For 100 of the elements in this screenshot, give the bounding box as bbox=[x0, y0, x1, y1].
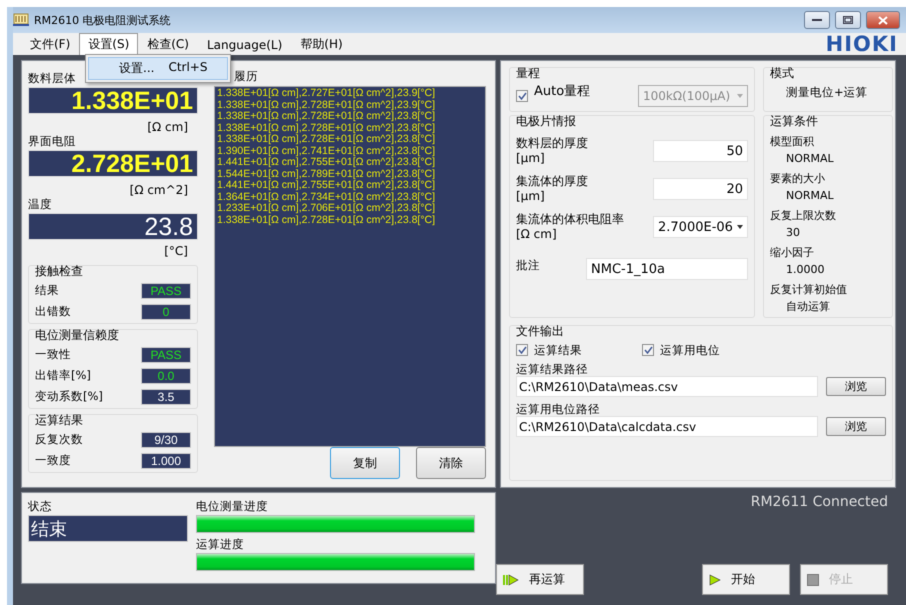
readout-label: 数料层体 bbox=[28, 71, 76, 85]
menu-option[interactable]: 设置... Ctrl+S bbox=[88, 57, 228, 80]
checkbox[interactable] bbox=[516, 90, 528, 102]
value-display: 1.000 bbox=[141, 453, 191, 469]
history-entry: 1.390E+01[Ω cm],2.741E+01[Ω cm^2],23.8[°C] bbox=[217, 146, 436, 156]
field-label: 数料层的厚度 bbox=[516, 136, 588, 151]
value-display: 3.5 bbox=[141, 389, 191, 405]
browse-button[interactable]: 浏览 bbox=[826, 417, 886, 436]
status-display: 结束 bbox=[28, 515, 188, 542]
start-button[interactable]: 开始 bbox=[702, 564, 790, 595]
readout-display: 2.728E+01 bbox=[28, 150, 198, 177]
recalc-button[interactable]: 再运算 bbox=[496, 564, 584, 595]
input-field[interactable]: 50 bbox=[653, 140, 748, 162]
browse-button[interactable]: 浏览 bbox=[826, 377, 886, 396]
checkbox-label: 运算结果 bbox=[534, 343, 582, 357]
condition-value: 自动运算 bbox=[785, 300, 831, 313]
clear-button[interactable]: 清除 bbox=[416, 447, 486, 479]
field-label: 运算用电位路径 bbox=[516, 402, 600, 416]
close-button[interactable] bbox=[866, 11, 900, 29]
value-display: 0 bbox=[141, 304, 191, 320]
condition-label: 缩小因子 bbox=[770, 246, 815, 259]
resistivity-select[interactable]: 2.7000E-06 bbox=[653, 216, 748, 238]
maximize-button[interactable] bbox=[835, 11, 861, 29]
progress-label: 运算进度 bbox=[196, 537, 244, 551]
history-entry: 1.441E+01[Ω cm],2.755E+01[Ω cm^2],23.8[°C] bbox=[217, 180, 436, 192]
input-field[interactable]: 20 bbox=[653, 178, 748, 200]
field-label: 出错率[%] bbox=[35, 368, 91, 382]
field-label: 结果 bbox=[35, 283, 59, 297]
checkbox-label: Auto量程 bbox=[534, 85, 590, 99]
close-icon bbox=[878, 16, 888, 24]
menu-item[interactable]: 帮助(H) bbox=[291, 33, 352, 55]
condition-label: 反复计算初始值 bbox=[770, 283, 848, 296]
path-field[interactable]: C:\RM2610\Data\meas.csv bbox=[516, 376, 818, 397]
play-icon bbox=[709, 574, 721, 586]
window-title: RM2610 电极电阻测试系统 bbox=[34, 12, 172, 28]
group-title: 模式 bbox=[770, 66, 795, 80]
readout-label: 温度 bbox=[28, 197, 52, 211]
history-entry: 1.233E+01[Ω cm],2.706E+01[Ω cm^2],23.8[°C] bbox=[217, 203, 436, 214]
connection-status: RM2611 Connected bbox=[750, 494, 888, 510]
unit-label: [μm] bbox=[516, 151, 546, 166]
field-label: 变动系数[%] bbox=[35, 389, 103, 403]
history-entry: 1.338E+01[Ω cm],2.727E+01[Ω cm^2],23.9[°C] bbox=[217, 88, 436, 100]
value-display: 9/30 bbox=[141, 432, 191, 448]
menu-item[interactable]: 文件(F) bbox=[21, 33, 80, 55]
condition-label: 要素的大小 bbox=[770, 172, 826, 185]
history-entry: 1.338E+01[Ω cm],2.728E+01[Ω cm^2],23.8[°C] bbox=[217, 111, 436, 122]
readout-display: 23.8 bbox=[28, 213, 198, 240]
group-title: 接触检查 bbox=[35, 264, 84, 278]
condition-label: 模型面积 bbox=[770, 135, 815, 148]
field-label: 出错数 bbox=[35, 304, 71, 318]
menu-item[interactable]: 设置(S) bbox=[79, 33, 138, 55]
group-title: 运算条件 bbox=[770, 114, 819, 128]
field-label: 一致性 bbox=[35, 347, 71, 361]
unit-label: [Ω cm] bbox=[516, 227, 558, 242]
field-label: 批注 bbox=[516, 258, 540, 272]
path-field[interactable]: C:\RM2610\Data\calcdata.csv bbox=[516, 416, 818, 437]
status-label: 状态 bbox=[28, 499, 52, 513]
value-display: PASS bbox=[141, 283, 191, 299]
note-field[interactable]: NMC-1_10a bbox=[586, 258, 748, 280]
unit-label: [°C] bbox=[164, 244, 188, 258]
history-entry: 1.364E+01[Ω cm],2.734E+01[Ω cm^2],23.8[°C] bbox=[217, 192, 436, 202]
history-entry: 1.338E+01[Ω cm],2.728E+01[Ω cm^2],23.8[°C] bbox=[217, 134, 436, 146]
field-label: 集流体的体积电阻率 bbox=[516, 212, 624, 227]
unit-label: [Ω cm^2] bbox=[130, 183, 188, 197]
copy-button[interactable]: 复制 bbox=[330, 447, 400, 479]
progress-label: 电位测量进度 bbox=[196, 499, 268, 513]
caret-icon bbox=[737, 225, 743, 229]
mode-value: 测量电位+运算 bbox=[785, 85, 868, 99]
logo: HIOKI bbox=[826, 32, 898, 56]
restore-icon bbox=[843, 16, 853, 24]
caret-icon bbox=[737, 94, 743, 98]
readout-display: 1.338E+01 bbox=[28, 87, 198, 114]
value-display: PASS bbox=[141, 347, 191, 363]
unit-label: [μm] bbox=[516, 189, 546, 204]
field-label: 运算结果路径 bbox=[516, 362, 588, 376]
group-title: 电位测量信赖度 bbox=[35, 328, 120, 342]
group-title: 电极片情报 bbox=[516, 114, 577, 128]
history-entry: 1.338E+01[Ω cm],2.728E+01[Ω cm^2],23.9[°C] bbox=[217, 100, 436, 110]
checkbox[interactable] bbox=[642, 344, 654, 356]
value-display: 0.0 bbox=[141, 368, 191, 384]
field-label: 反复次数 bbox=[35, 432, 83, 446]
history-entry: 1.441E+01[Ω cm],2.755E+01[Ω cm^2],23.8[°C] bbox=[217, 157, 436, 168]
menu-item[interactable]: Language(L) bbox=[198, 34, 292, 54]
minimize-button[interactable] bbox=[804, 11, 830, 29]
stop-icon bbox=[807, 574, 819, 586]
condition-label: 反复上限次数 bbox=[770, 209, 837, 222]
menu-item[interactable]: 检查(C) bbox=[138, 33, 198, 55]
unit-label: [Ω cm] bbox=[147, 120, 188, 134]
history-entry: 1.338E+01[Ω cm],2.728E+01[Ω cm^2],23.8[°C] bbox=[217, 122, 436, 134]
condition-value: 1.0000 bbox=[785, 263, 826, 276]
group-title: 量程 bbox=[516, 66, 541, 80]
group-title: 运算结果 bbox=[35, 413, 84, 427]
checkbox-label: 运算用电位 bbox=[660, 343, 720, 357]
recalc-icon bbox=[503, 574, 519, 586]
condition-value: NORMAL bbox=[785, 189, 835, 202]
condition-value: 30 bbox=[785, 226, 801, 239]
readout-label: 界面电阻 bbox=[28, 134, 76, 148]
history-title: 履历 bbox=[234, 69, 258, 83]
field-label: 集流体的厚度 bbox=[516, 174, 588, 189]
checkbox[interactable] bbox=[516, 344, 528, 356]
